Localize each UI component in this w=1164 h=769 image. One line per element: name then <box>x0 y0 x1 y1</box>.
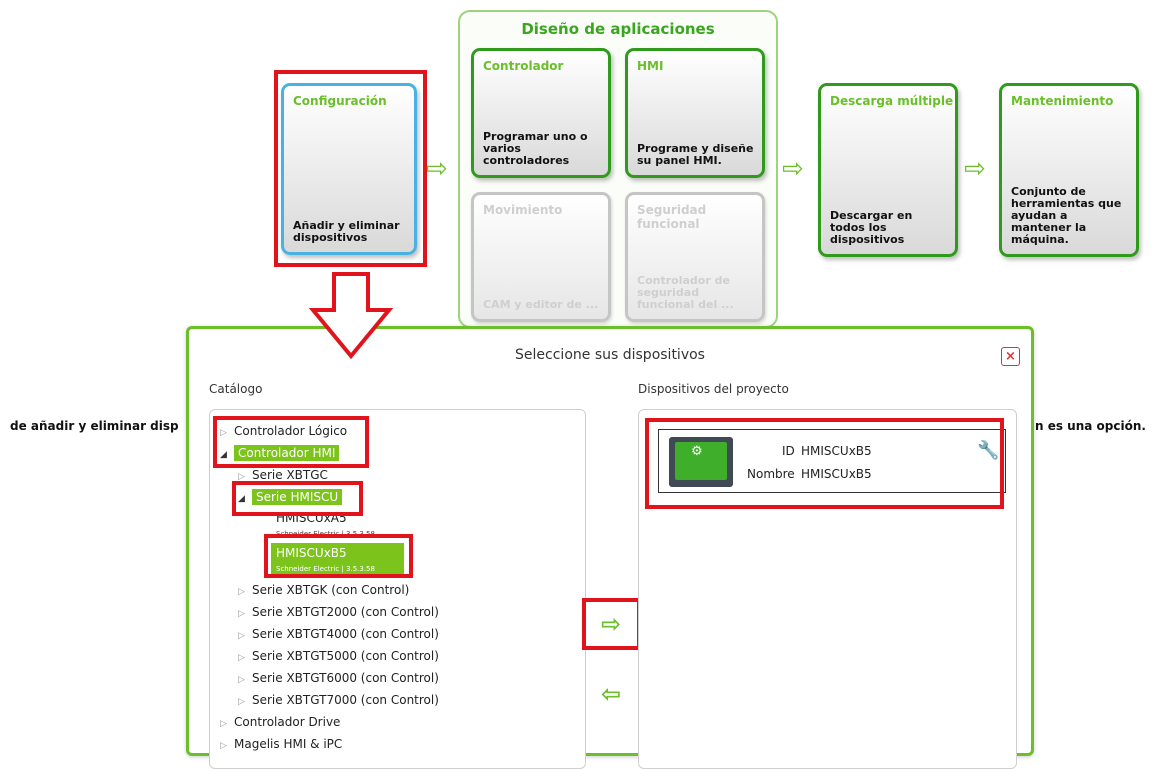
tile-title: Movimiento <box>483 203 563 217</box>
tile-movimiento[interactable]: Movimiento CAM y editor de ... <box>471 192 611 322</box>
tile-title: Descarga múltiple <box>830 94 954 108</box>
expand-triangle-icon[interactable]: ▷ <box>238 606 252 622</box>
highlight-controlador-logico <box>213 416 369 468</box>
tile-title: Seguridad funcional <box>637 203 707 231</box>
expand-triangle-icon[interactable]: ▷ <box>238 628 252 644</box>
tree-item-xbtgt5000[interactable]: ▷ Serie XBTGT5000 (con Control) <box>238 648 439 666</box>
tree-item-xbtgt4000[interactable]: ▷ Serie XBTGT4000 (con Control) <box>238 626 439 644</box>
expand-triangle-icon[interactable]: ▷ <box>220 738 234 754</box>
highlight-configuracion <box>274 70 427 267</box>
expand-triangle-icon[interactable]: ▷ <box>238 694 252 710</box>
catalog-label: Catálogo <box>209 382 263 396</box>
expand-triangle-icon[interactable]: ▷ <box>238 650 252 666</box>
down-arrow-icon <box>308 272 394 360</box>
flow-arrow-icon: ⇨ <box>782 154 804 184</box>
tile-desc: Conjunto de herramientas que ayudan a ma… <box>1011 185 1122 246</box>
tree-item-magelis[interactable]: ▷ Magelis HMI & iPC <box>220 736 342 754</box>
highlight-device-card <box>645 418 1004 509</box>
project-devices-label: Dispositivos del proyecto <box>638 382 789 396</box>
tile-title: Mantenimiento <box>1011 94 1114 108</box>
expand-triangle-icon[interactable]: ▷ <box>238 672 252 688</box>
highlight-add-button <box>582 598 641 650</box>
tile-desc: Controlador de seguridad funcional del .… <box>637 274 734 311</box>
tile-desc: CAM y editor de ... <box>483 298 599 311</box>
tile-title: HMI <box>637 59 664 73</box>
tile-seguridad[interactable]: Seguridad funcional Controlador de segur… <box>625 192 765 322</box>
highlight-hmiscuxb5 <box>264 534 413 578</box>
expand-triangle-icon[interactable]: ▷ <box>238 584 252 600</box>
tile-desc: Programe y diseñe su panel HMI. <box>637 142 754 167</box>
tree-item-xbtgt7000[interactable]: ▷ Serie XBTGT7000 (con Control) <box>238 692 439 710</box>
remove-device-button[interactable]: ⇦ <box>591 679 631 715</box>
expand-triangle-icon[interactable]: ▷ <box>220 716 234 732</box>
tile-title: Controlador <box>483 59 564 73</box>
select-devices-dialog: Seleccione sus dispositivos × Catálogo D… <box>186 326 1034 769</box>
flow-arrow-icon: ⇨ <box>964 154 986 184</box>
tree-item-xbtgt2000[interactable]: ▷ Serie XBTGT2000 (con Control) <box>238 604 439 622</box>
caption-left: de añadir y eliminar disp <box>10 419 179 433</box>
tile-desc: Descargar en todos los dispositivos <box>830 209 913 246</box>
tile-controlador[interactable]: Controlador Programar uno o varios contr… <box>471 48 611 178</box>
flow-arrow-icon: ⇨ <box>426 154 448 184</box>
tile-descarga[interactable]: Descarga múltiple Descargar en todos los… <box>818 83 958 257</box>
caption-right: n es una opción. <box>1035 419 1146 433</box>
close-button[interactable]: × <box>1001 347 1020 366</box>
tree-item-xbtgt6000[interactable]: ▷ Serie XBTGT6000 (con Control) <box>238 670 439 688</box>
tree-item-controlador-drive[interactable]: ▷ Controlador Drive <box>220 714 340 732</box>
tile-hmi[interactable]: HMI Programe y diseñe su panel HMI. <box>625 48 765 178</box>
tree-item-xbtgk[interactable]: ▷ Serie XBTGK (con Control) <box>238 582 409 600</box>
tile-mantenimiento[interactable]: Mantenimiento Conjunto de herramientas q… <box>999 83 1139 257</box>
group-title: Diseño de aplicaciones <box>521 20 715 38</box>
tile-desc: Programar uno o varios controladores <box>483 130 588 167</box>
highlight-serie-hmiscu <box>232 481 363 516</box>
